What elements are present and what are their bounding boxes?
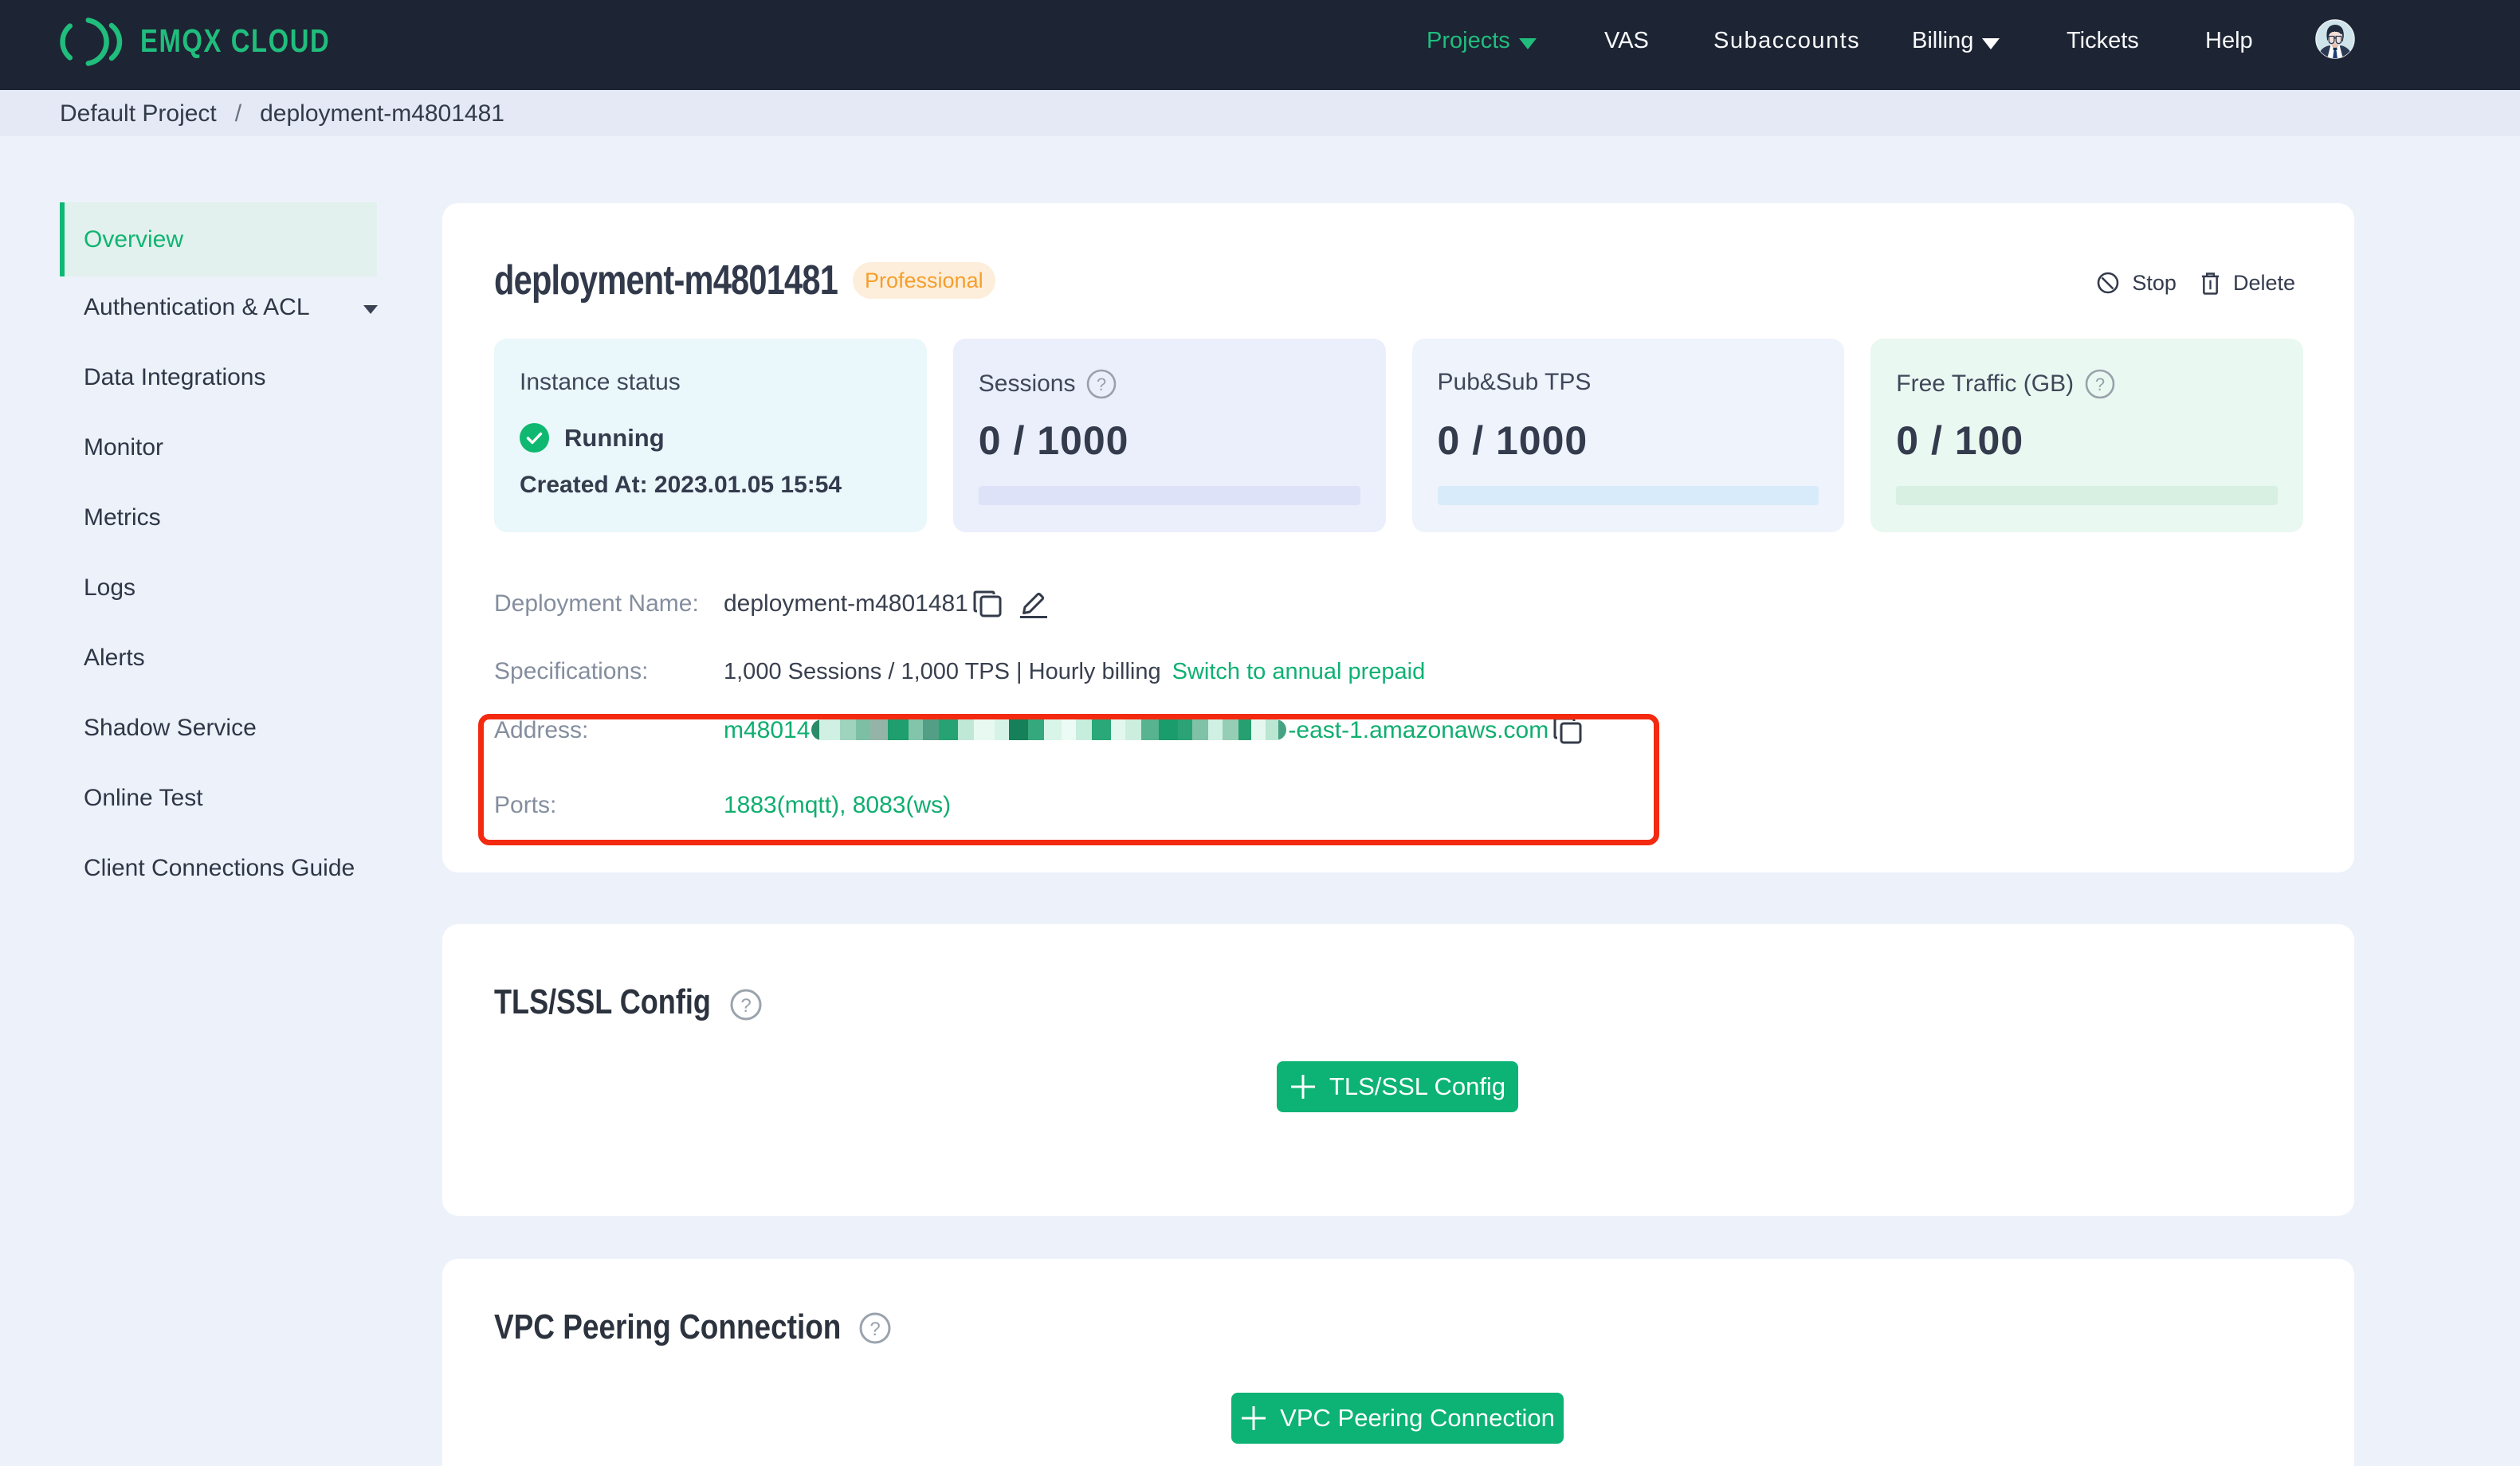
svg-text:?: ? [1097,374,1106,394]
svg-text:?: ? [740,995,751,1017]
svg-text:?: ? [2095,374,2105,394]
svg-text:?: ? [869,1319,880,1340]
